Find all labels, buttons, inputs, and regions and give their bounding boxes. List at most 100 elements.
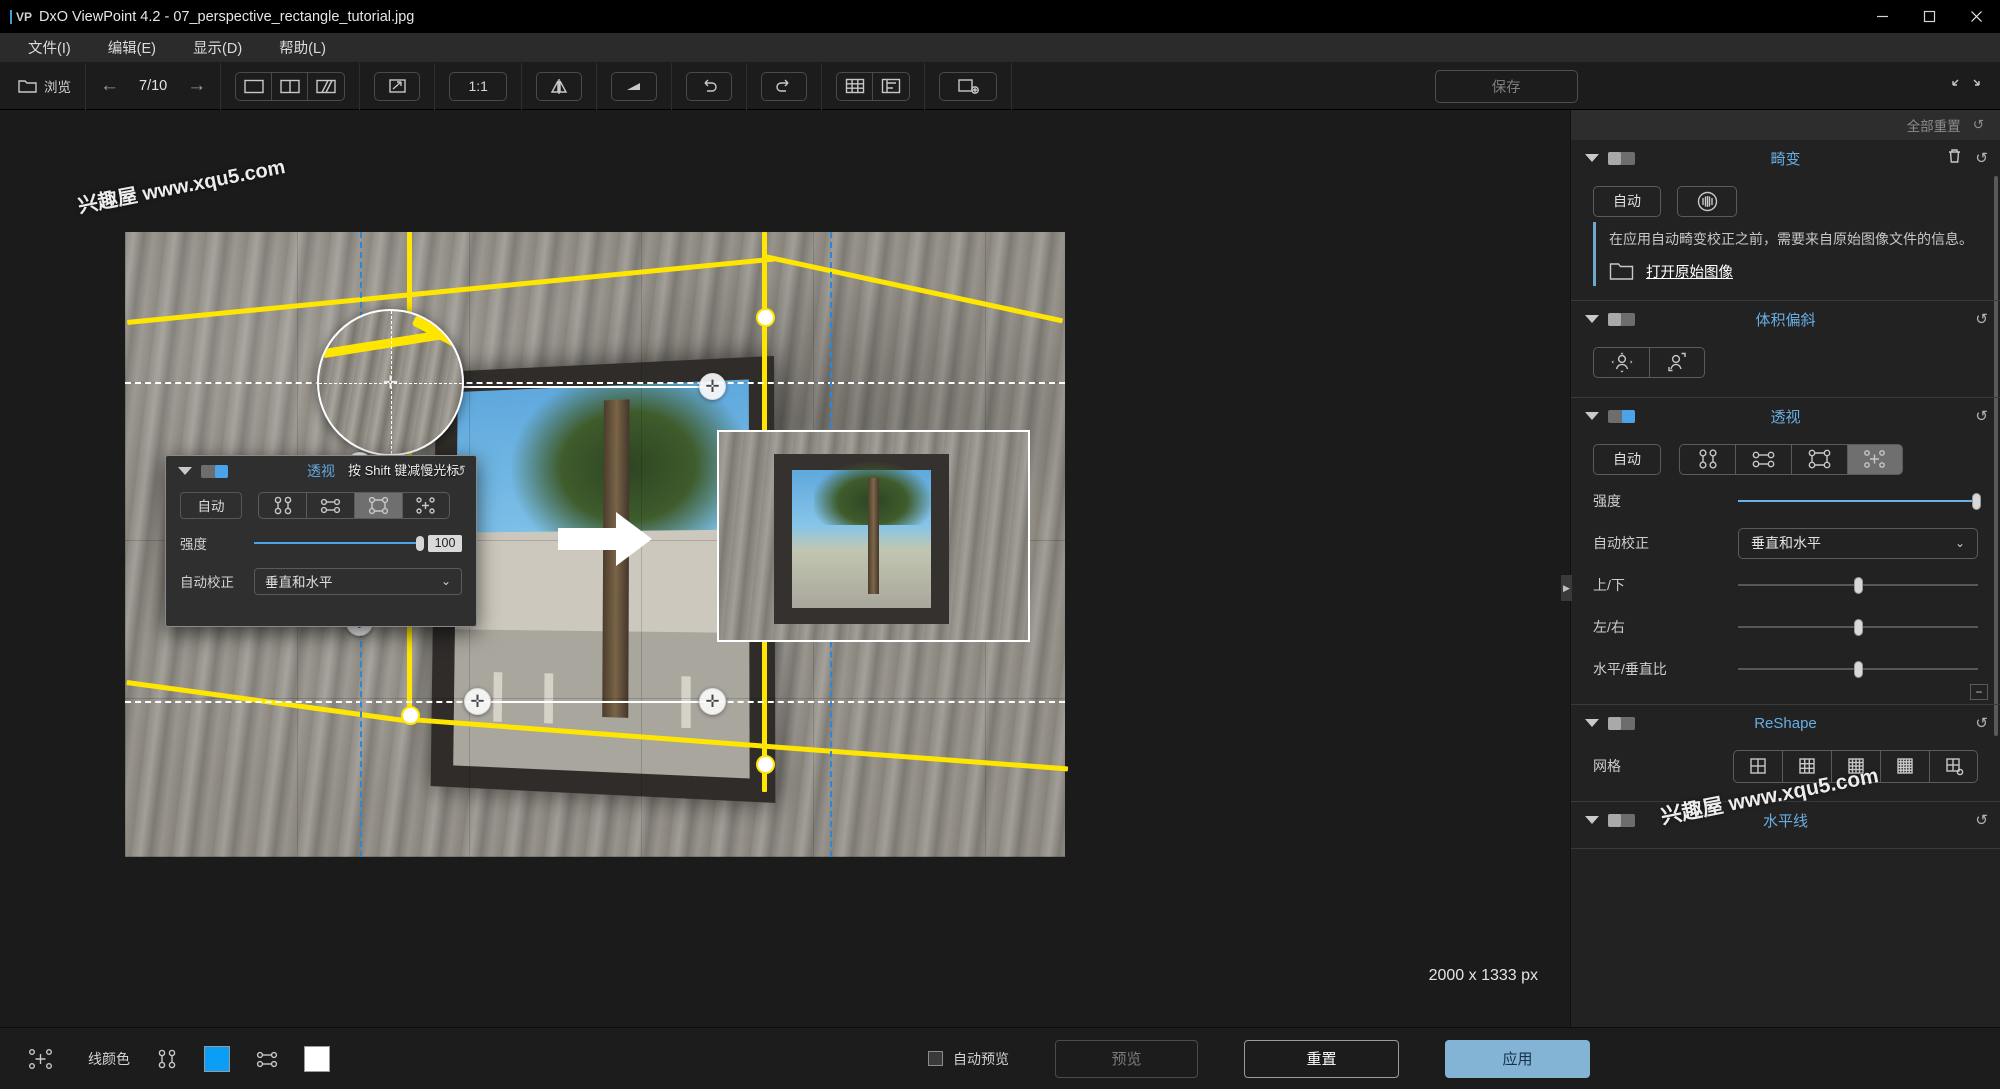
minimize-button[interactable] bbox=[1859, 0, 1906, 33]
expand-panels-group bbox=[1949, 77, 1983, 94]
popup-strength-slider[interactable] bbox=[254, 535, 424, 551]
view-split-vertical-icon[interactable] bbox=[272, 72, 309, 100]
distortion-manual-button[interactable] bbox=[1677, 185, 1737, 217]
perspective-auto-button[interactable]: 自动 bbox=[1593, 443, 1661, 475]
line-style-horizontal-icon[interactable] bbox=[248, 1040, 286, 1078]
grid-settings-icon[interactable] bbox=[1929, 749, 1978, 783]
perspective-tool-eight-points-icon[interactable] bbox=[1847, 443, 1903, 475]
perspective-updown-slider[interactable] bbox=[1738, 576, 1978, 594]
maximize-button[interactable] bbox=[1906, 0, 1953, 33]
grid-density-4-icon[interactable] bbox=[1880, 749, 1929, 783]
apply-button[interactable]: 应用 bbox=[1445, 1039, 1590, 1078]
volume-mode-all-icon[interactable] bbox=[1593, 346, 1649, 378]
menu-help[interactable]: 帮助(L) bbox=[265, 33, 340, 62]
popup-tool-rectangle-icon[interactable] bbox=[354, 491, 402, 519]
image-canvas[interactable]: ✛ ✛ ✛ ✛ ✛ ✛ ✛ ✛ bbox=[0, 110, 1570, 1027]
grid-density-2-icon[interactable] bbox=[1782, 749, 1831, 783]
redo-button[interactable] bbox=[761, 71, 808, 101]
popup-autocorrect-select[interactable]: 垂直和水平 ⌄ bbox=[254, 567, 462, 595]
auto-preview-check-box-icon[interactable] bbox=[928, 1051, 943, 1066]
perspective-tool-two-vertical-icon[interactable] bbox=[1679, 443, 1735, 475]
view-mode-group bbox=[235, 71, 346, 101]
browse-button[interactable]: 浏览 bbox=[14, 76, 71, 96]
guide-handle-top-right[interactable] bbox=[756, 308, 775, 327]
perspective-collapse-minus-icon[interactable]: − bbox=[1970, 684, 1988, 701]
fit-screen-icon bbox=[389, 79, 406, 93]
app-logo-icon: VP bbox=[10, 9, 32, 24]
view-compare-icon[interactable] bbox=[308, 73, 344, 100]
perspective-autocorrect-select[interactable]: 垂直和水平 ⌄ bbox=[1738, 527, 1978, 559]
close-button[interactable] bbox=[1953, 0, 2000, 33]
volume-mode-box-icon[interactable] bbox=[1649, 346, 1705, 378]
popup-auto-button[interactable]: 自动 bbox=[180, 491, 242, 519]
popup-tool-two-vertical-icon[interactable] bbox=[258, 491, 306, 519]
zoom-fit-button[interactable] bbox=[374, 71, 421, 101]
section-distortion-delete-icon[interactable] bbox=[1947, 148, 1962, 168]
section-reshape-reset-icon[interactable]: ↺ bbox=[1975, 714, 1988, 732]
perspective-leftright-label: 左/右 bbox=[1593, 619, 1625, 636]
section-reshape-body: 网格 bbox=[1571, 741, 2000, 791]
prev-image-button[interactable]: ← bbox=[100, 75, 119, 97]
menu-file[interactable]: 文件(I) bbox=[14, 33, 85, 62]
perspective-autocorrect-value: 垂直和水平 bbox=[1751, 535, 1821, 552]
flip-horizontal-button[interactable] bbox=[536, 71, 583, 101]
perspective-line-bottom[interactable] bbox=[478, 701, 715, 703]
main-toolbar: 浏览 ← 7/10 → 1:1 保存 bbox=[0, 62, 2000, 110]
section-horizon-reset-icon[interactable]: ↺ bbox=[1975, 811, 1988, 829]
section-perspective-reset-icon[interactable]: ↺ bbox=[1975, 407, 1988, 425]
section-perspective: 透视 ↺ 自动 强度 自动校正 垂直和水平 ⌄ 上/下 左/右 水平/垂直比 − bbox=[1571, 398, 2000, 706]
section-volume-title: 体积偏斜 bbox=[1755, 311, 1816, 329]
next-image-button[interactable]: → bbox=[187, 75, 206, 97]
reset-button[interactable]: 重置 bbox=[1244, 1039, 1399, 1078]
dash-guide-upper bbox=[125, 382, 1065, 384]
grid-density-1-icon[interactable] bbox=[1733, 749, 1782, 783]
perspective-handle-bottom-right[interactable]: ✛ bbox=[699, 688, 726, 715]
perspective-ratio-slider[interactable] bbox=[1738, 660, 1978, 678]
section-reshape-title: ReShape bbox=[1754, 714, 1817, 732]
popup-tool-two-horizontal-icon[interactable] bbox=[306, 491, 354, 519]
popup-autocorrect-row: 自动校正 垂直和水平 ⌄ bbox=[166, 562, 476, 600]
popup-strength-value[interactable]: 100 bbox=[428, 534, 462, 552]
section-volume-reset-icon[interactable]: ↺ bbox=[1975, 310, 1988, 328]
open-original-image-link[interactable]: 打开原始图像 bbox=[1609, 252, 1978, 286]
line-style-vertical-icon[interactable] bbox=[148, 1040, 186, 1078]
guides-overlay-icon[interactable] bbox=[873, 73, 909, 100]
menu-edit[interactable]: 编辑(E) bbox=[94, 33, 170, 62]
section-reshape: ReShape ↺ 网格 bbox=[1571, 705, 2000, 803]
undo-button[interactable] bbox=[686, 71, 733, 101]
line-color-swatch-secondary[interactable] bbox=[304, 1045, 330, 1072]
floating-perspective-popup[interactable]: 透视 ↺ 自动 强度 100 自动校正 垂直和水平 ⌄ bbox=[165, 455, 477, 627]
save-button[interactable]: 保存 bbox=[1434, 69, 1578, 103]
section-reshape-header: ReShape ↺ bbox=[1571, 705, 2000, 741]
reset-all-icon[interactable]: ↺ bbox=[1973, 117, 1984, 133]
auto-preview-checkbox[interactable]: 自动预览 bbox=[928, 1049, 1009, 1069]
popup-tool-eight-points-icon[interactable] bbox=[402, 491, 450, 519]
line-color-swatch-primary[interactable] bbox=[204, 1045, 230, 1072]
guide-handle-bottom-right[interactable] bbox=[756, 755, 775, 774]
perspective-autocorrect-label: 自动校正 bbox=[1593, 535, 1649, 552]
grid-density-3-icon[interactable] bbox=[1831, 749, 1880, 783]
section-perspective-header: 透视 ↺ bbox=[1571, 398, 2000, 434]
perspective-tool-two-horizontal-icon[interactable] bbox=[1735, 443, 1791, 475]
perspective-tool-rectangle-icon[interactable] bbox=[1791, 443, 1847, 475]
menu-view[interactable]: 显示(D) bbox=[179, 33, 256, 62]
perspective-handle-top-right[interactable]: ✛ bbox=[699, 373, 726, 400]
expand-icon[interactable] bbox=[1949, 77, 1983, 94]
view-single-icon[interactable] bbox=[236, 72, 273, 100]
panel-sections-scroll[interactable]: 畸变 ↺ 自动 在应用自动畸变校正之前，需要来自原始图像文件的信息。 打开原始图… bbox=[1571, 140, 2000, 1027]
crop-button[interactable] bbox=[939, 71, 998, 101]
perspective-leftright-slider[interactable] bbox=[1738, 618, 1978, 636]
guide-handle-bottom-left[interactable] bbox=[401, 706, 420, 725]
preview-button[interactable]: 预览 bbox=[1055, 1039, 1198, 1078]
perspective-button[interactable] bbox=[611, 71, 658, 101]
points-tool-icon[interactable] bbox=[22, 1040, 60, 1078]
reset-all-label[interactable]: 全部重置 bbox=[1907, 115, 1961, 135]
application-window: VP DxO ViewPoint 4.2 - 07_perspective_re… bbox=[0, 0, 2000, 1089]
perspective-handle-bottom-left[interactable]: ✛ bbox=[464, 688, 491, 715]
zoom-1to1-button[interactable]: 1:1 bbox=[449, 71, 508, 101]
section-distortion-reset-icon[interactable]: ↺ bbox=[1975, 149, 1988, 167]
grid-overlay-icon[interactable] bbox=[837, 72, 874, 100]
perspective-strength-slider[interactable] bbox=[1738, 492, 1981, 510]
perspective-icon bbox=[627, 82, 641, 90]
distortion-auto-button[interactable]: 自动 bbox=[1593, 185, 1661, 217]
